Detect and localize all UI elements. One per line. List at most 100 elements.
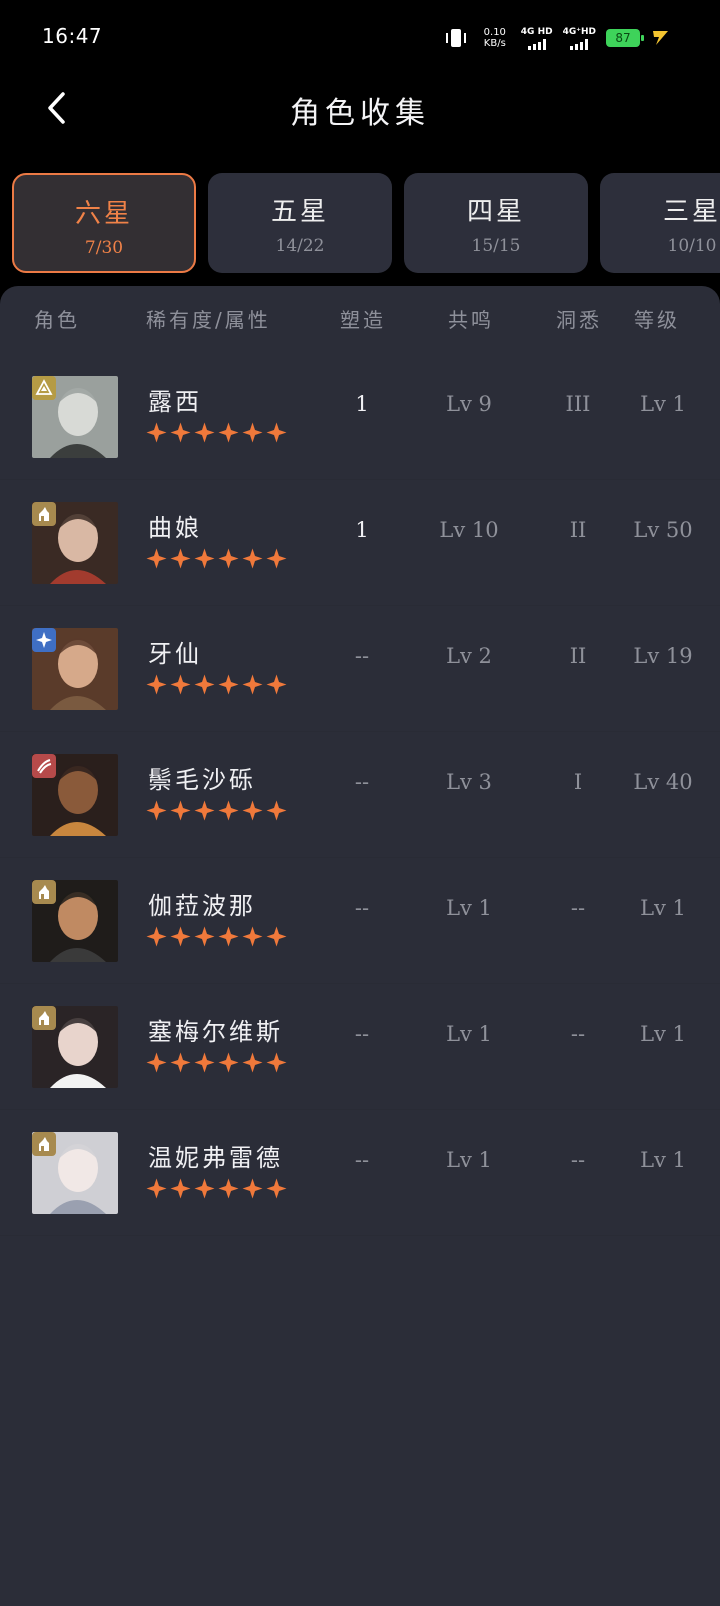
star-icon — [170, 800, 191, 821]
star-icon — [242, 422, 263, 443]
star-icon — [170, 1052, 191, 1073]
element-badge-icon — [32, 754, 56, 778]
page-title: 角色收集 — [290, 96, 430, 131]
charging-bolt-icon — [653, 31, 668, 45]
character-name: 露西 — [148, 388, 202, 416]
star-icon — [194, 674, 215, 695]
star-icon — [146, 1052, 167, 1073]
rarity-stars — [146, 548, 287, 569]
signal-sim1: 4G HD — [521, 27, 553, 50]
tab-three-star[interactable]: 三星 10/10 — [600, 173, 720, 273]
element-badge-icon — [32, 1006, 56, 1030]
star-icon — [146, 926, 167, 947]
star-icon — [146, 674, 167, 695]
rarity-stars — [146, 800, 287, 821]
star-icon — [266, 800, 287, 821]
level-value: Lv 1 — [640, 1148, 686, 1172]
star-icon — [194, 800, 215, 821]
resonance-value: Lv 9 — [446, 392, 492, 416]
shaping-value: 1 — [355, 392, 369, 416]
tab-label: 四星 — [466, 197, 525, 227]
rarity-tabs: 六星 7/30 五星 14/22 四星 15/15 三星 10/10 — [0, 172, 720, 274]
character-row[interactable]: 鬃毛沙砾 -- Lv 3 I Lv 40 — [0, 732, 720, 858]
star-icon — [266, 1052, 287, 1073]
star-icon — [266, 1178, 287, 1199]
shaping-value: -- — [354, 896, 370, 920]
star-icon — [194, 1178, 215, 1199]
tab-label: 六星 — [74, 199, 133, 229]
character-name: 牙仙 — [148, 640, 202, 668]
level-value: Lv 1 — [640, 896, 686, 920]
character-row[interactable]: 温妮弗雷德 -- Lv 1 -- Lv 1 — [0, 1110, 720, 1236]
tab-count: 7/30 — [84, 238, 124, 258]
tab-six-star[interactable]: 六星 7/30 — [12, 173, 196, 273]
star-icon — [170, 548, 191, 569]
resonance-value: Lv 1 — [446, 896, 492, 920]
sim1-label: 4G HD — [520, 26, 553, 37]
shaping-value: 1 — [355, 518, 369, 542]
star-icon — [242, 1052, 263, 1073]
character-name: 鬃毛沙砾 — [148, 766, 256, 794]
star-icon — [218, 1178, 239, 1199]
character-name: 温妮弗雷德 — [148, 1144, 283, 1172]
character-row[interactable]: 塞梅尔维斯 -- Lv 1 -- Lv 1 — [0, 984, 720, 1110]
resonance-value: Lv 2 — [446, 644, 492, 668]
col-header-level: 等级 — [634, 308, 680, 332]
signal-bars-icon — [527, 38, 546, 50]
character-row[interactable]: 伽菈波那 -- Lv 1 -- Lv 1 — [0, 858, 720, 984]
star-icon — [266, 674, 287, 695]
rarity-stars — [146, 1178, 287, 1199]
star-icon — [242, 548, 263, 569]
element-badge-icon — [32, 628, 56, 652]
level-value: Lv 40 — [633, 770, 693, 794]
character-row[interactable]: 露西 1 Lv 9 III Lv 1 — [0, 354, 720, 480]
star-icon — [170, 926, 191, 947]
shaping-value: -- — [354, 770, 370, 794]
star-icon — [218, 674, 239, 695]
star-icon — [218, 548, 239, 569]
tab-label: 五星 — [270, 197, 329, 227]
tab-five-star[interactable]: 五星 14/22 — [208, 173, 392, 273]
star-icon — [146, 548, 167, 569]
tab-count: 15/15 — [471, 236, 521, 256]
star-icon — [194, 926, 215, 947]
col-header-character: 角色 — [34, 308, 80, 332]
character-row[interactable]: 牙仙 -- Lv 2 II Lv 19 — [0, 606, 720, 732]
insight-value: III — [565, 392, 591, 416]
star-icon — [146, 1178, 167, 1199]
star-icon — [266, 548, 287, 569]
col-header-resonance: 共鸣 — [448, 308, 494, 332]
star-icon — [194, 548, 215, 569]
element-badge-icon — [32, 880, 56, 904]
net-speed: 0.10 KB/s — [479, 27, 511, 49]
shaping-value: -- — [354, 644, 370, 668]
insight-value: -- — [570, 896, 586, 920]
insight-value: -- — [570, 1148, 586, 1172]
star-icon — [218, 1052, 239, 1073]
rarity-stars — [146, 422, 287, 443]
signal-sim2: 4G⁺HD — [563, 27, 596, 50]
star-icon — [170, 674, 191, 695]
tab-four-star[interactable]: 四星 15/15 — [404, 173, 588, 273]
star-icon — [242, 674, 263, 695]
character-row[interactable]: 曲娘 1 Lv 10 II Lv 50 — [0, 480, 720, 606]
insight-value: -- — [570, 1022, 586, 1046]
insight-value: II — [569, 644, 587, 668]
resonance-value: Lv 3 — [446, 770, 492, 794]
star-icon — [218, 926, 239, 947]
insight-value: I — [573, 770, 583, 794]
element-badge-icon — [32, 1132, 56, 1156]
status-icons: 0.10 KB/s 4G HD 4G⁺HD 87 — [443, 24, 670, 52]
star-icon — [194, 422, 215, 443]
tab-count: 10/10 — [667, 236, 717, 256]
star-icon — [194, 1052, 215, 1073]
star-icon — [170, 1178, 191, 1199]
star-icon — [218, 800, 239, 821]
tab-count: 14/22 — [275, 236, 325, 256]
star-icon — [146, 422, 167, 443]
status-time: 16:47 — [42, 24, 103, 48]
net-speed-value: 0.10 — [483, 27, 506, 38]
level-value: Lv 50 — [633, 518, 693, 542]
character-name: 塞梅尔维斯 — [148, 1018, 283, 1046]
star-icon — [266, 422, 287, 443]
